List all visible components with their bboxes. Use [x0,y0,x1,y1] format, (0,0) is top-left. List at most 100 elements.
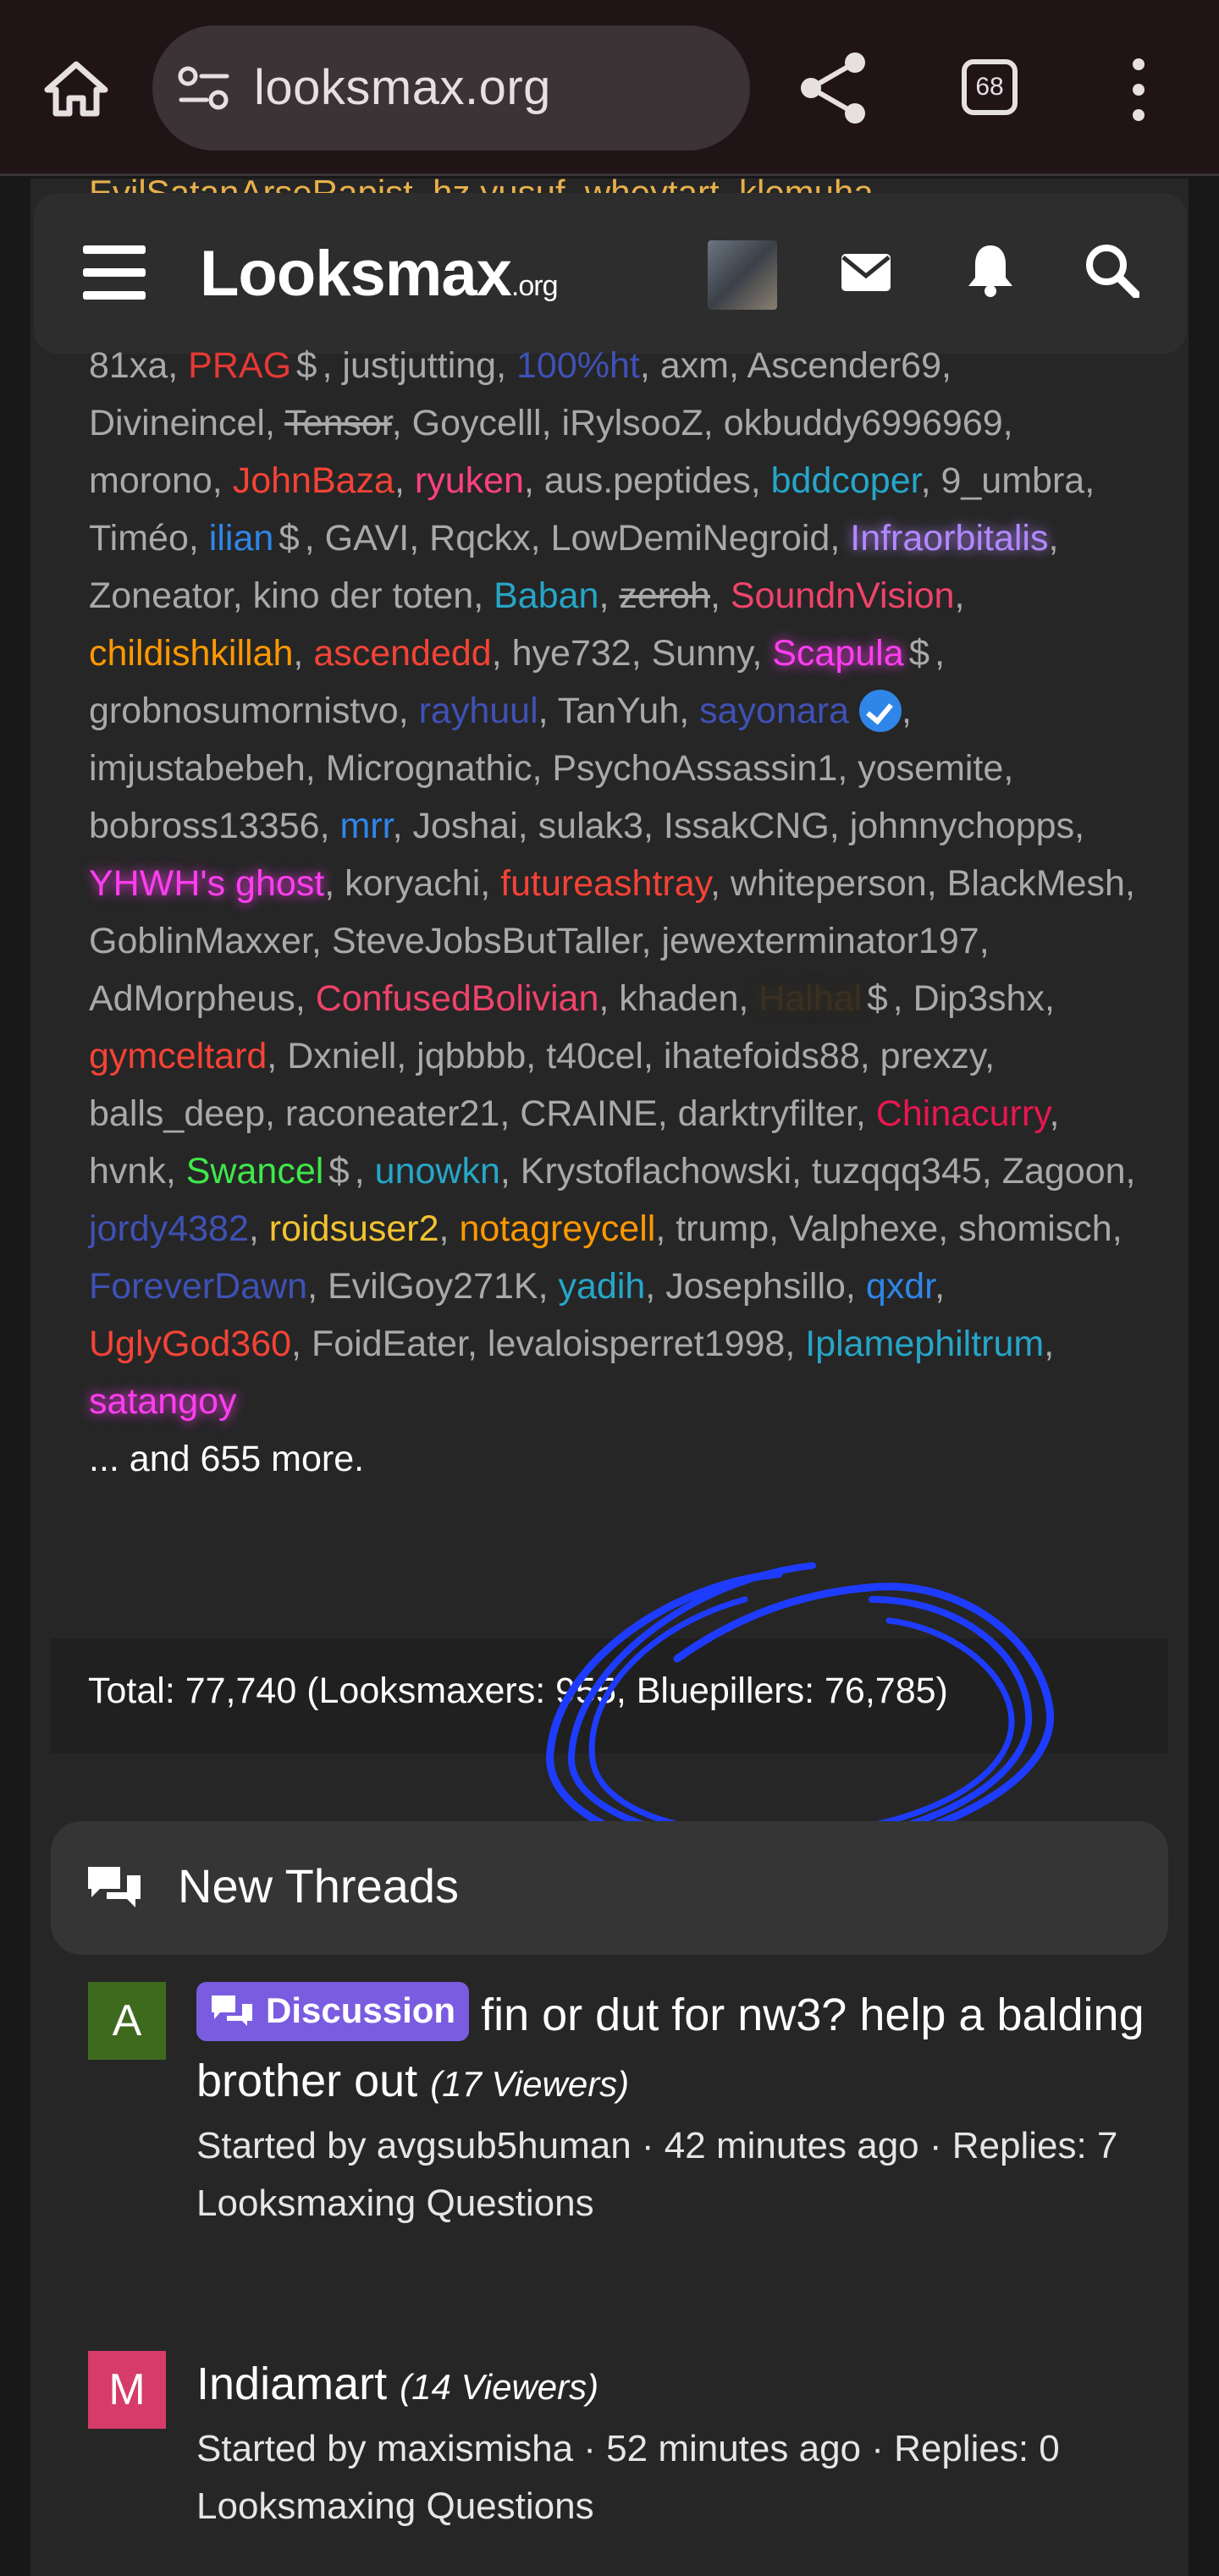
member-link[interactable]: koryachi [345,863,480,904]
member-link[interactable]: GoblinMaxxer [89,921,312,961]
member-link[interactable]: gymceltard [89,1036,267,1076]
member-link[interactable]: imjustabebeh [89,748,306,789]
member-link[interactable]: JohnBaza [233,460,394,501]
member-link[interactable]: Chinacurry [876,1093,1050,1134]
thread-title[interactable]: Indiamart (14 Viewers) [196,2351,1161,2420]
member-link[interactable]: okbuddy6996969 [724,403,1003,443]
member-link[interactable]: hye732 [512,633,632,674]
member-link[interactable]: Rqckx [429,518,530,559]
home-icon[interactable] [42,59,110,118]
member-link[interactable]: ConfusedBolivian [316,978,599,1019]
member-link[interactable]: bddcoper [771,460,921,501]
member-link[interactable]: 81xa [89,345,168,386]
share-icon[interactable] [796,49,874,127]
hamburger-menu-icon[interactable] [83,245,146,300]
member-link[interactable]: darktryfilter [678,1093,856,1134]
url-text[interactable]: looksmax.org [254,59,551,116]
member-link[interactable]: Iplamephiltrum [805,1324,1044,1364]
member-link[interactable]: 100%ht [516,345,640,386]
member-link[interactable]: Divineincel [89,403,265,443]
member-link[interactable]: futureashtray [500,863,710,904]
member-link[interactable]: khaden [619,978,738,1019]
member-link[interactable]: ilian [209,518,274,559]
member-link[interactable]: Swancel [186,1151,324,1192]
member-link[interactable]: EvilGoy271K [328,1266,538,1307]
thread-author-avatar[interactable]: A [88,1982,166,2060]
member-link[interactable]: ascendedd [313,633,491,674]
member-link[interactable]: SoundnVision [731,575,955,616]
member-link[interactable]: Sunny [652,633,753,674]
more-vert-icon[interactable] [1126,56,1151,124]
thread-forum-link[interactable]: Looksmaxing Questions [196,2478,1161,2535]
member-link[interactable]: jewexterminator197 [661,921,979,961]
member-link[interactable]: whiteperson [731,863,927,904]
member-link[interactable]: jqbbbb [416,1036,526,1076]
member-link[interactable]: sayonara [699,691,849,731]
member-link[interactable]: levaloisperret1998 [488,1324,785,1364]
member-link[interactable]: ihatefoids88 [664,1036,860,1076]
member-link[interactable]: hvnk [89,1151,166,1192]
member-link[interactable]: notagreycell [459,1208,655,1249]
member-link[interactable]: mrr [339,806,392,846]
thread-forum-link[interactable]: Looksmaxing Questions [196,2175,1161,2232]
member-link[interactable]: bobross13356 [89,806,320,846]
user-avatar[interactable] [708,240,777,310]
member-link[interactable]: yadih [558,1266,645,1307]
member-link[interactable]: sulak3 [538,806,643,846]
member-link[interactable]: grobnosumornistvo [89,691,399,731]
search-icon[interactable] [1084,242,1139,298]
member-link[interactable]: Baban [494,575,598,616]
member-link[interactable]: 9_umbra [940,460,1084,501]
member-link[interactable]: balls_deep [89,1093,265,1134]
member-link[interactable]: aus.peptides [544,460,751,501]
member-link[interactable]: ForeverDawn [89,1266,307,1307]
member-link[interactable]: Zoneator [89,575,233,616]
member-link[interactable]: Scapula [772,633,903,674]
member-link[interactable]: Tensor [284,403,392,443]
member-link[interactable]: kino der toten [253,575,474,616]
member-link[interactable]: justjutting [342,345,496,386]
member-link[interactable]: AdMorpheus [89,978,295,1019]
member-link[interactable]: Dxniell [287,1036,396,1076]
thread-title[interactable]: Discussion fin or dut for nw3? help a ba… [196,1982,1161,2117]
member-link[interactable]: Josephsillo [665,1266,846,1307]
member-link[interactable]: rayhuul [419,691,538,731]
member-link[interactable]: PRAG [188,345,291,386]
member-link[interactable]: qxdr [866,1266,935,1307]
member-link[interactable]: Valphexe [789,1208,938,1249]
member-link[interactable]: roidsuser2 [269,1208,439,1249]
tab-switcher-button[interactable]: 68 [962,59,1018,115]
member-link[interactable]: prexzy [880,1036,985,1076]
member-link[interactable]: ryuken [415,460,524,501]
member-link[interactable]: t40cel [546,1036,643,1076]
member-link[interactable]: zeroh [619,575,710,616]
member-link[interactable]: shomisch [958,1208,1112,1249]
member-link[interactable]: Zagoon [1002,1151,1126,1192]
member-link[interactable]: LowDemiNegroid [551,518,830,559]
member-link[interactable]: trump [676,1208,769,1249]
member-link[interactable]: Timéo [89,518,189,559]
member-link[interactable]: Dip3shx [913,978,1045,1019]
member-link[interactable]: Krystoflachowski [521,1151,792,1192]
member-link[interactable]: CRAINE [520,1093,657,1134]
member-link[interactable]: Goycelll [412,403,542,443]
member-link[interactable]: GAVI [325,518,410,559]
member-link[interactable]: UglyGod360 [89,1324,291,1364]
site-logo[interactable]: Looksmax.org [200,237,559,311]
member-link[interactable]: IssakCNG [664,806,830,846]
member-link[interactable]: SteveJobsButTaller [332,921,642,961]
member-link[interactable]: johnnychopps [850,806,1074,846]
member-link[interactable]: Micrognathic [326,748,532,789]
mail-icon[interactable] [840,250,892,294]
member-link[interactable]: iRylsooZ [562,403,703,443]
member-link[interactable]: childishkillah [89,633,293,674]
member-link[interactable]: Halhal [758,978,862,1019]
member-link[interactable]: Joshai [412,806,517,846]
site-settings-icon[interactable] [178,66,230,110]
member-link[interactable]: yosemite [858,748,1003,789]
thread-item[interactable]: M Indiamart (14 Viewers) Started by maxi… [88,2351,1155,2576]
member-link[interactable]: morono [89,460,212,501]
member-link[interactable]: jordy4382 [89,1208,249,1249]
bell-icon[interactable] [965,242,1016,298]
member-link[interactable]: tuzqqq345 [812,1151,982,1192]
